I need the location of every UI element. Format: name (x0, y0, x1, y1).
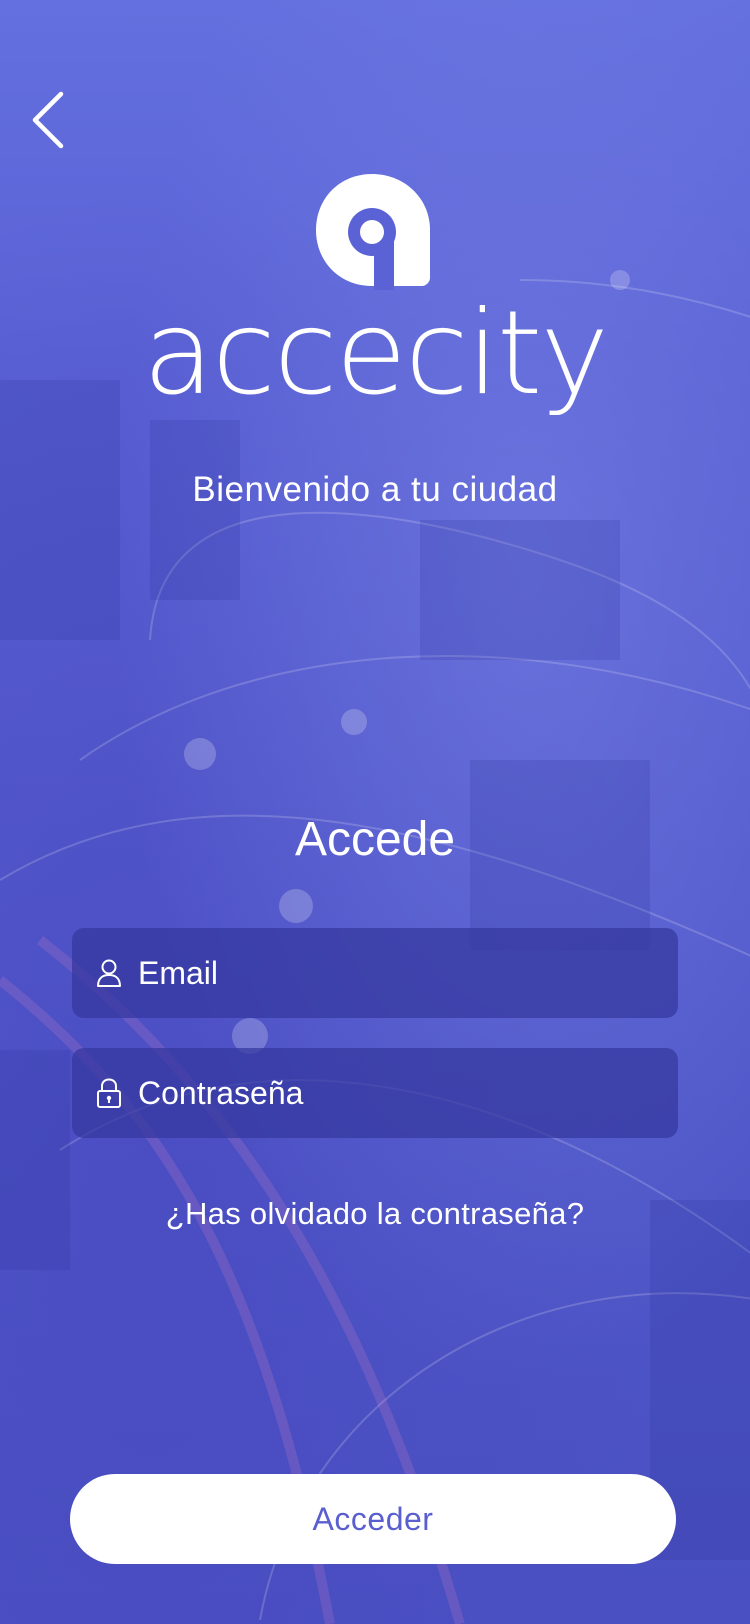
email-field[interactable] (72, 928, 678, 1018)
brand-wordmark: accecity (142, 286, 609, 421)
login-submit-button[interactable]: Acceder (70, 1474, 676, 1564)
chevron-left-icon (32, 91, 64, 149)
login-title: Accede (294, 813, 456, 866)
user-icon (97, 959, 121, 987)
password-input[interactable] (138, 1063, 678, 1123)
back-button[interactable] (22, 84, 74, 156)
email-input[interactable] (138, 943, 678, 1003)
accecity-logo-icon (316, 174, 430, 290)
password-field[interactable] (72, 1048, 678, 1138)
forgot-password-link[interactable]: ¿Has olvidado la contraseña? (0, 1196, 750, 1232)
welcome-tagline: Bienvenido a tu ciudad (192, 470, 558, 509)
lock-icon (97, 1078, 121, 1108)
